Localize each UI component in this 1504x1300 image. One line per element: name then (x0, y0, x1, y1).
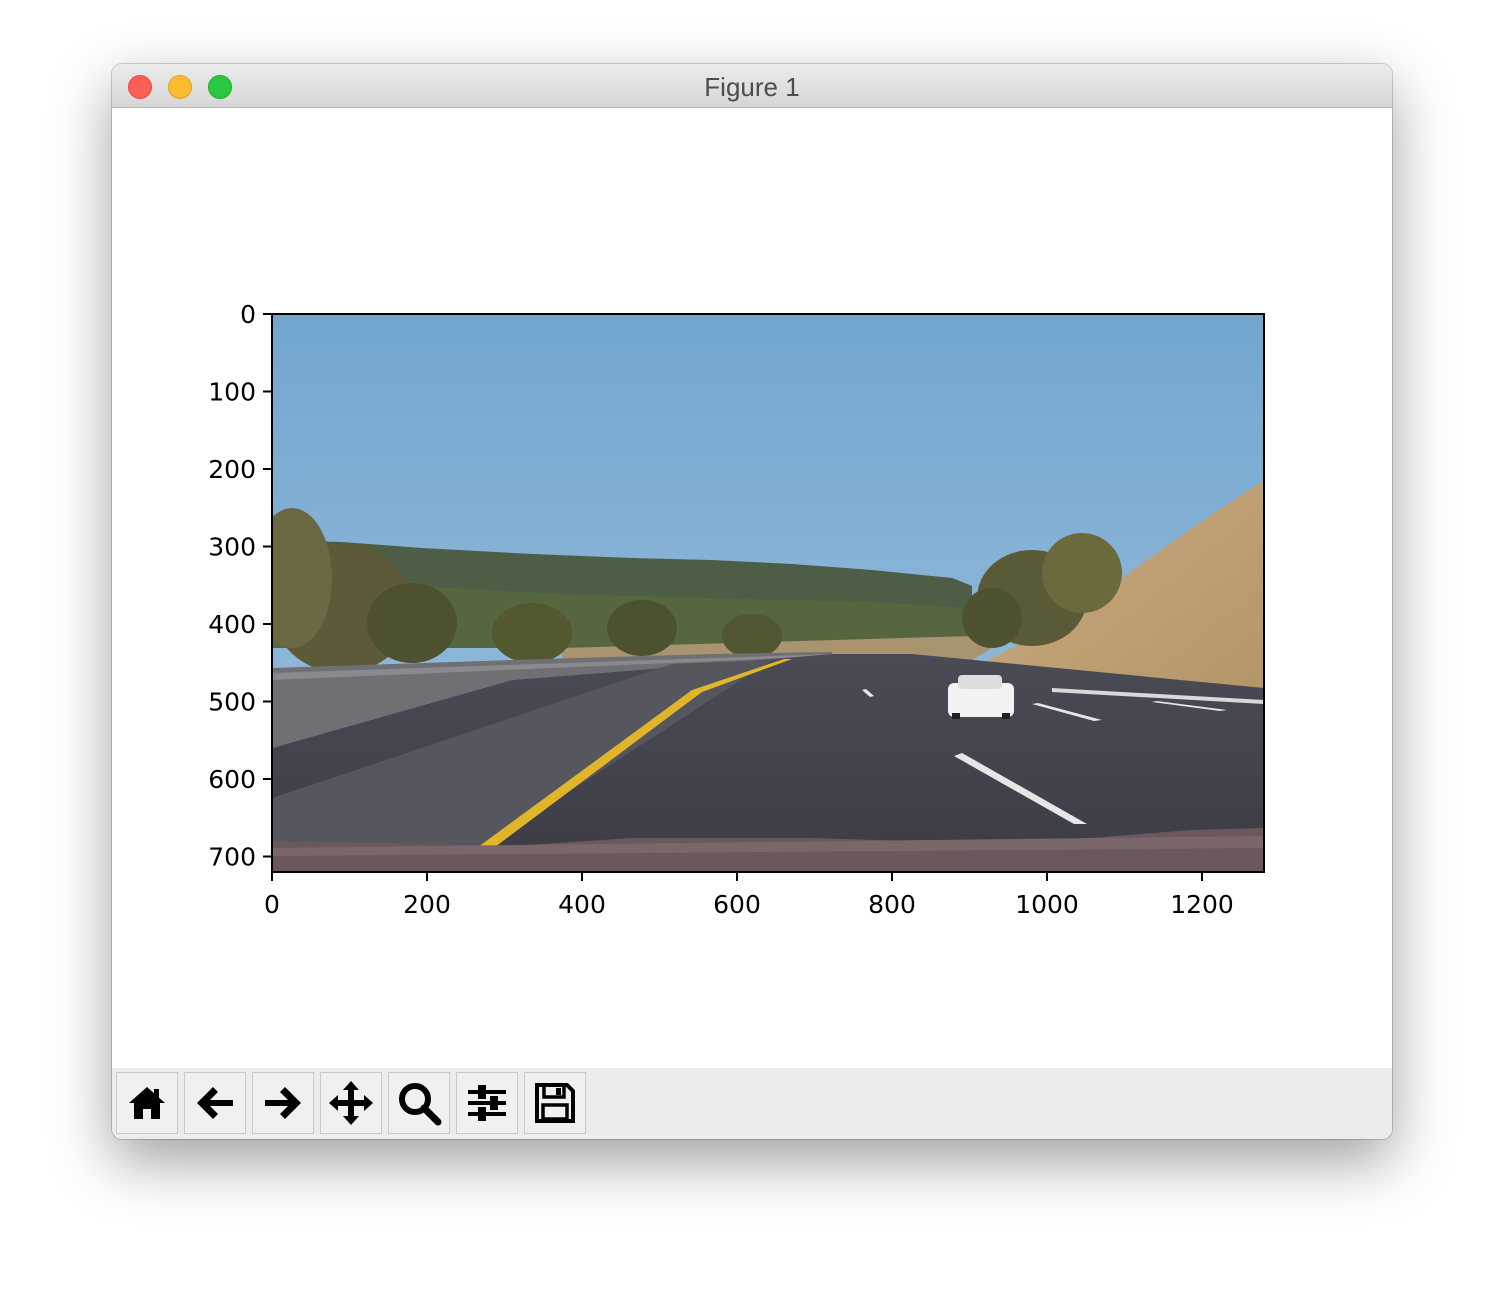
y-tick-label: 300 (208, 533, 256, 562)
window-title: Figure 1 (704, 72, 800, 102)
x-tick-label: 1200 (1170, 890, 1234, 919)
plot-area[interactable]: 0 100 200 300 400 500 600 700 0 200 400 600 800 1000… (112, 108, 1392, 1068)
forward-button[interactable] (252, 1072, 314, 1134)
y-tick-label: 400 (208, 610, 256, 639)
x-tick-label: 0 (264, 890, 280, 919)
y-tick-label: 100 (208, 378, 256, 407)
road-image (272, 314, 1264, 872)
x-tick-label: 1000 (1015, 890, 1079, 919)
magnifier-icon (399, 1083, 442, 1126)
floppy-disk-icon (535, 1083, 575, 1123)
y-tick-label: 0 (240, 300, 256, 329)
y-tick-label: 500 (208, 688, 256, 717)
y-tick-label: 600 (208, 765, 256, 794)
sliders-icon (468, 1085, 506, 1121)
move-icon (329, 1081, 373, 1125)
back-button[interactable] (184, 1072, 246, 1134)
x-tick-label: 800 (868, 890, 916, 919)
home-button[interactable] (116, 1072, 178, 1134)
arrow-left-icon (197, 1087, 233, 1119)
x-axis: 0 200 400 600 800 1000 1200 (264, 872, 1234, 919)
y-tick-label: 700 (208, 843, 256, 872)
title-bar[interactable]: Figure 1 (112, 64, 1392, 108)
figure-canvas[interactable]: 0 100 200 300 400 500 600 700 0 200 400 600 800 1000… (112, 108, 1392, 1068)
save-button[interactable] (524, 1072, 586, 1134)
pan-button[interactable] (320, 1072, 382, 1134)
navigation-toolbar (112, 1068, 1392, 1139)
x-tick-label: 200 (403, 890, 451, 919)
zoom-button[interactable] (388, 1072, 450, 1134)
y-axis: 0 100 200 300 400 500 600 700 (208, 300, 272, 872)
x-tick-label: 600 (713, 890, 761, 919)
figure-window: Figure 1 0 100 200 300 400 500 600 700 0… (112, 64, 1392, 1139)
y-tick-label: 200 (208, 455, 256, 484)
home-icon (129, 1087, 165, 1119)
x-tick-label: 400 (558, 890, 606, 919)
arrow-right-icon (265, 1087, 301, 1119)
configure-subplots-button[interactable] (456, 1072, 518, 1134)
